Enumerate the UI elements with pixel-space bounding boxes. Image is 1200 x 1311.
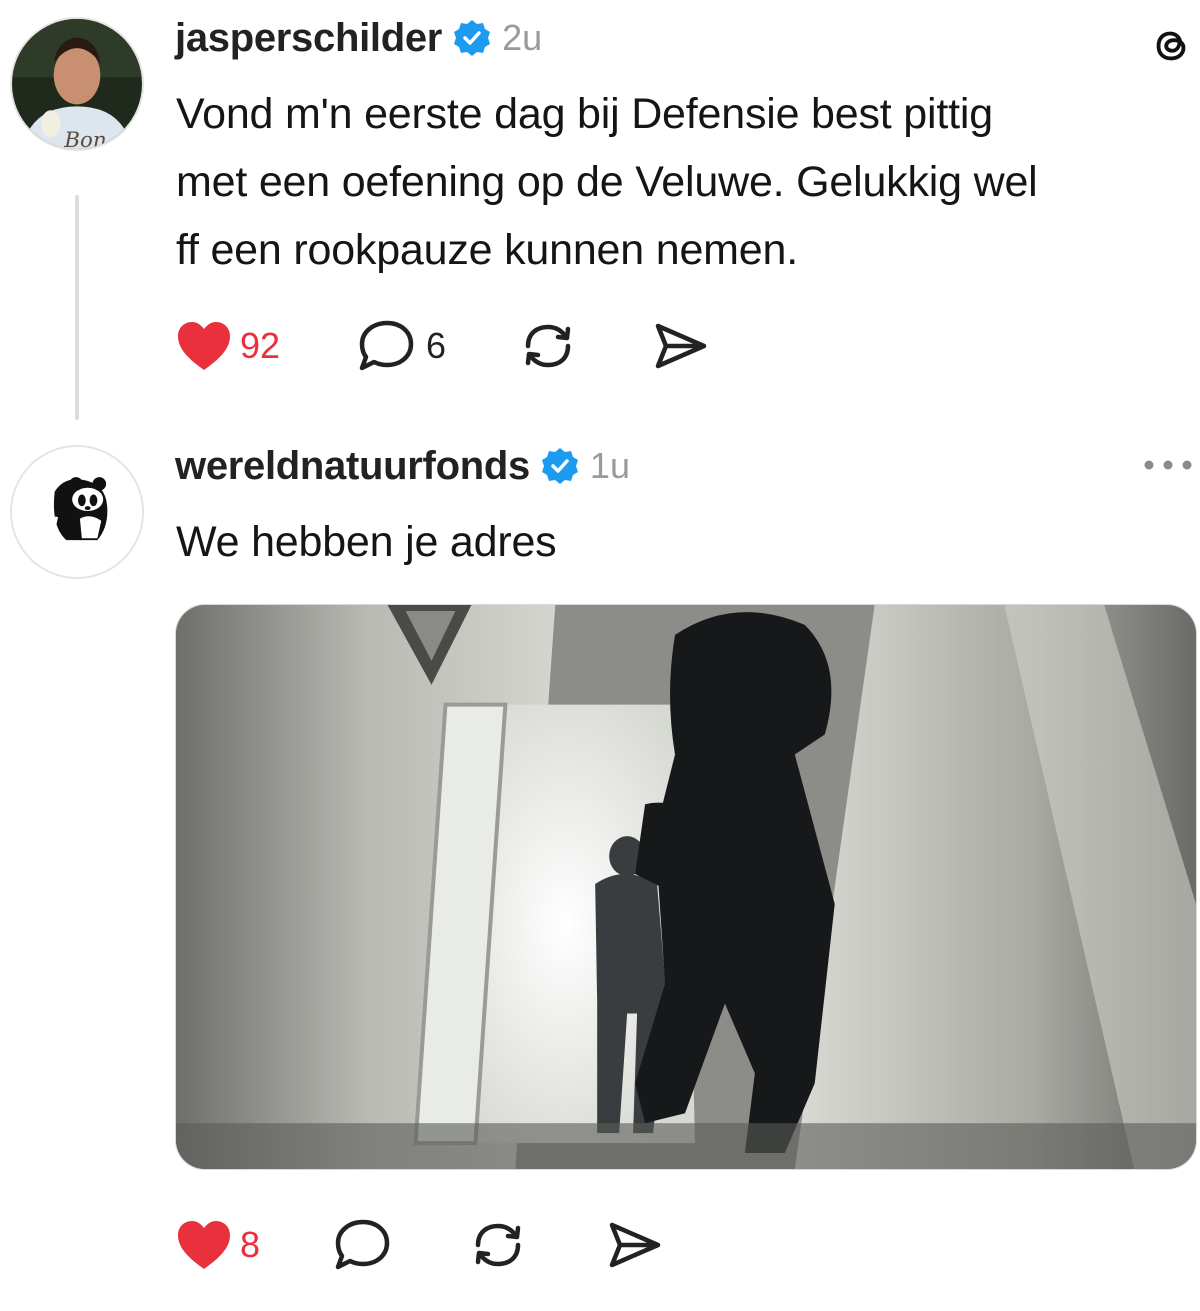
reply-count: 6 — [426, 325, 447, 366]
avatar-caption: Bon — [63, 128, 106, 149]
post1-header: jasperschilder 2u — [175, 13, 542, 63]
repost-icon — [525, 324, 571, 368]
like-button[interactable]: 92 — [176, 320, 280, 372]
repost-icon — [475, 1223, 521, 1267]
repost-button[interactable] — [468, 1217, 528, 1273]
comment-icon — [359, 320, 414, 371]
post1-text-line: met een oefening op de Veluwe. Gelukkig … — [176, 158, 1038, 206]
like-count: 92 — [240, 325, 281, 366]
share-button[interactable] — [650, 318, 710, 374]
verified-icon — [452, 18, 492, 58]
more-icon[interactable] — [1142, 456, 1194, 474]
avatar-wereldnatuurfonds[interactable] — [10, 445, 144, 579]
heart-icon — [178, 1221, 230, 1269]
post2-text: We hebben je adres — [176, 518, 557, 566]
post1-text-line: Vond m'n eerste dag bij Defensie best pi… — [176, 90, 993, 138]
post2-actions: 8 — [176, 1215, 664, 1275]
heart-icon — [178, 322, 230, 370]
like-count: 8 — [240, 1224, 261, 1265]
post1-username[interactable]: jasperschilder — [175, 16, 442, 61]
reply-button[interactable]: 6 — [356, 318, 446, 374]
post2-username[interactable]: wereldnatuurfonds — [175, 444, 530, 489]
post2-media-image[interactable] — [175, 604, 1197, 1170]
reply-button[interactable] — [332, 1217, 394, 1273]
post2-time: 1u — [589, 445, 630, 486]
post1-actions: 92 6 — [176, 316, 710, 376]
avatar-jasperschilder[interactable]: Bon — [10, 17, 144, 151]
share-button[interactable] — [604, 1217, 664, 1273]
post2-header: wereldnatuurfonds 1u — [175, 441, 630, 491]
post1-time: 2u — [502, 17, 543, 58]
share-icon — [655, 323, 707, 369]
verified-icon — [540, 446, 580, 486]
thread-connector-line — [75, 195, 79, 420]
share-icon — [609, 1222, 661, 1268]
like-button[interactable]: 8 — [176, 1219, 260, 1271]
post1-text-line: ff een rookpauze kunnen nemen. — [176, 226, 798, 274]
comment-icon — [335, 1219, 390, 1270]
threads-logo-icon — [1148, 22, 1194, 68]
repost-button[interactable] — [518, 318, 578, 374]
post1-text: Vond m'n eerste dag bij Defensie best pi… — [176, 80, 1186, 284]
